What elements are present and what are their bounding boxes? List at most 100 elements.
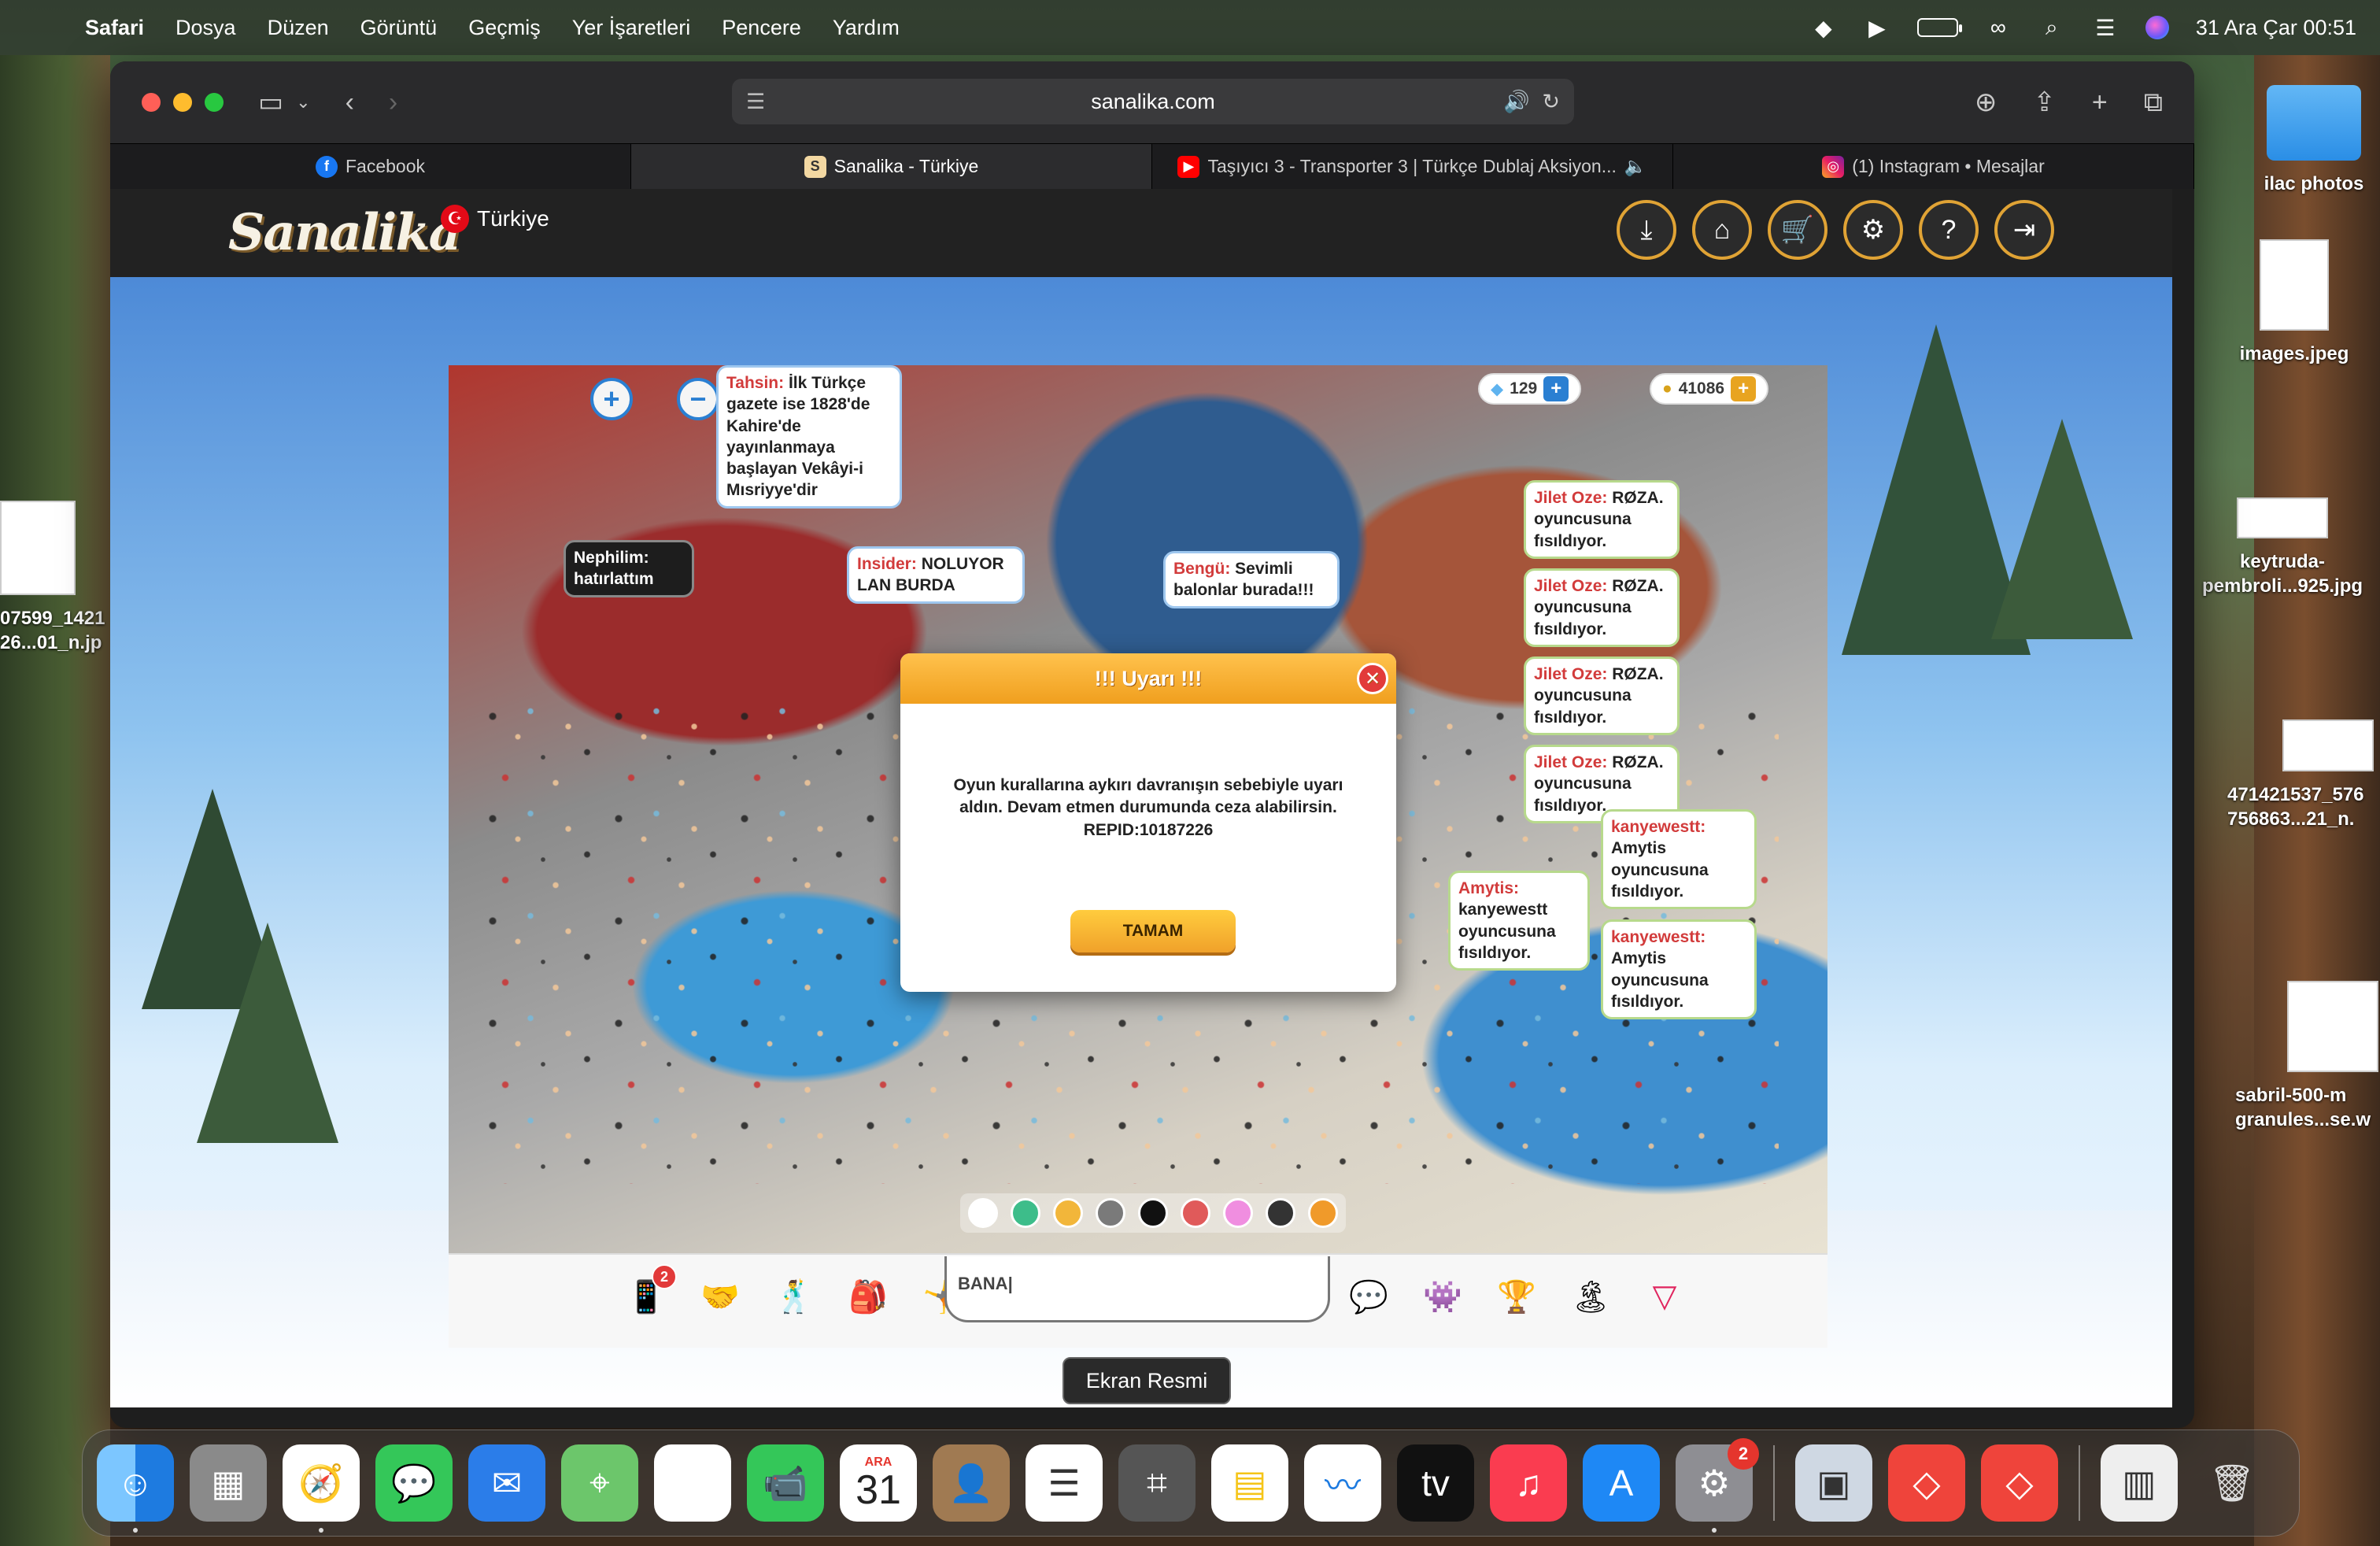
safari-icon[interactable]: 🧭 <box>283 1444 360 1533</box>
notes-icon[interactable]: ▤ <box>1211 1444 1288 1522</box>
calendar-icon[interactable]: ARA 31 <box>840 1444 917 1522</box>
menu-gecmis[interactable]: Geçmiş <box>468 16 541 40</box>
site-logo[interactable]: Sanalika <box>228 203 461 262</box>
desktop-icon-471421537[interactable]: 471421537_576 756863...21_n. <box>2227 719 2380 831</box>
mail-icon[interactable]: ✉ <box>468 1444 545 1522</box>
maps-icon[interactable]: ⌖ <box>561 1444 638 1522</box>
color-swatch[interactable] <box>1308 1198 1338 1228</box>
play-icon[interactable]: ▶ <box>1864 16 1890 40</box>
control-center-icon[interactable]: ☰ <box>2092 16 2119 40</box>
minimize-window-button[interactable] <box>173 93 192 112</box>
trophy-icon[interactable]: 🏆 <box>1491 1270 1543 1322</box>
handshake-icon[interactable]: 🤝 <box>694 1270 746 1322</box>
document-icon[interactable]: ▥ <box>2101 1444 2178 1522</box>
zoom-in-icon[interactable]: + <box>590 378 633 420</box>
settings-icon[interactable]: ⚙ 2 <box>1676 1438 1759 1533</box>
audio-playing-icon[interactable]: 🔊 <box>1503 89 1530 114</box>
color-swatch[interactable] <box>968 1198 998 1228</box>
backpack-icon[interactable]: 🎒 <box>842 1270 894 1322</box>
share-icon[interactable]: ⇪ <box>2033 87 2056 118</box>
zoom-out-icon[interactable]: − <box>677 378 719 420</box>
contacts-icon[interactable]: 👤 <box>933 1444 1010 1522</box>
home-icon[interactable]: ⌂ <box>1692 200 1752 260</box>
search-icon[interactable]: ⌕ <box>2038 15 2065 39</box>
tab-instagram[interactable]: ◎ (1) Instagram • Mesajlar <box>1673 144 2194 189</box>
siri-icon[interactable] <box>2145 16 2169 39</box>
desktop-icon-images[interactable]: images.jpeg <box>2227 239 2361 366</box>
messages-icon[interactable]: 💬 <box>375 1444 453 1522</box>
facetime-icon[interactable]: 📹 <box>747 1444 824 1522</box>
color-swatch[interactable] <box>1053 1198 1083 1228</box>
close-window-button[interactable] <box>142 93 161 112</box>
appstore-icon[interactable]: A <box>1583 1444 1660 1522</box>
phone-icon[interactable]: 📱 2 <box>620 1264 677 1322</box>
music-icon[interactable]: ♫ <box>1490 1444 1567 1522</box>
battery-icon[interactable] <box>1916 18 1962 37</box>
ok-button[interactable]: TAMAM <box>1070 910 1236 952</box>
screenshot-icon[interactable]: ⌗ <box>1118 1444 1196 1522</box>
menu-dosya[interactable]: Dosya <box>176 16 236 40</box>
settings-badge: 2 <box>1728 1438 1759 1470</box>
tab-youtube[interactable]: ▶ Taşıyıcı 3 - Transporter 3 | Türkçe Du… <box>1152 144 1673 189</box>
vip-triangle-icon[interactable]: ▽ <box>1639 1270 1691 1322</box>
pet-icon[interactable]: 👾 <box>1417 1270 1469 1322</box>
desktop-icon-07599[interactable]: 07599_1421 26...01_n.jp <box>0 501 110 655</box>
dance-icon[interactable]: 🕺 <box>768 1270 820 1322</box>
chevron-down-icon[interactable]: ⌄ <box>296 92 310 113</box>
finder-icon[interactable]: ☺ <box>97 1444 174 1533</box>
forward-icon[interactable]: › <box>389 87 397 118</box>
menu-pencere[interactable]: Pencere <box>722 16 801 40</box>
sidebar-toggle-icon[interactable]: ▭ <box>258 87 283 118</box>
trash-icon[interactable]: 🗑 <box>2193 1444 2271 1522</box>
menu-clock[interactable]: 31 Ara Çar 00:51 <box>2196 16 2356 40</box>
logout-icon[interactable]: ⇥ <box>1994 200 2054 260</box>
tab-facebook[interactable]: f Facebook <box>110 144 631 189</box>
menu-app-name[interactable]: Safari <box>85 16 144 40</box>
preview-icon[interactable]: ▣ <box>1795 1444 1872 1522</box>
close-icon[interactable]: ✕ <box>1357 663 1388 694</box>
desktop-icon-folder[interactable]: ilac photos <box>2251 85 2377 196</box>
link-icon[interactable]: ∞ <box>1985 15 2012 39</box>
menu-goruntu[interactable]: Görüntü <box>360 16 438 40</box>
tab-overview-icon[interactable]: ⧉ <box>2144 87 2163 118</box>
photos-icon[interactable]: ✿ <box>654 1444 731 1522</box>
desktop-icon-keytruda[interactable]: keytruda-pembroli...925.jpg <box>2196 497 2369 598</box>
country-selector[interactable]: ☪ Türkiye <box>441 205 549 233</box>
cart-icon[interactable]: 🛒 <box>1768 200 1828 260</box>
menu-yer-isaretleri[interactable]: Yer İşaretleri <box>572 16 691 40</box>
status-diamond-icon[interactable]: ◆ <box>1810 16 1837 40</box>
game-frame[interactable]: + − ◆ 129 + ● 41086 + Tahsin: İlk Türkçe… <box>449 365 1828 1348</box>
download-icon[interactable]: ⤓ <box>1617 200 1676 260</box>
color-swatch[interactable] <box>1223 1198 1253 1228</box>
zoom-window-button[interactable] <box>205 93 224 112</box>
page-menu-icon[interactable]: ☰ <box>746 90 765 114</box>
add-diamond-button[interactable]: + <box>1543 376 1569 401</box>
chat-bubbles-icon[interactable]: 💬 <box>1343 1270 1395 1322</box>
color-swatch[interactable] <box>1096 1198 1125 1228</box>
color-swatch[interactable] <box>1011 1198 1040 1228</box>
anydesk-icon[interactable]: ◇ <box>1981 1444 2058 1522</box>
address-bar[interactable]: ☰ sanalika.com 🔊 ↻ <box>732 79 1574 124</box>
downloads-icon[interactable]: ⊕ <box>1975 87 1998 118</box>
reload-icon[interactable]: ↻ <box>1542 90 1560 114</box>
color-swatch[interactable] <box>1266 1198 1295 1228</box>
anydesk-icon[interactable]: ◇ <box>1888 1444 1965 1522</box>
menu-duzen[interactable]: Düzen <box>268 16 329 40</box>
menu-yardim[interactable]: Yardım <box>833 16 900 40</box>
color-swatch[interactable] <box>1138 1198 1168 1228</box>
reminders-icon[interactable]: ☰ <box>1026 1444 1103 1522</box>
island-icon[interactable]: 🏝 <box>1565 1270 1617 1322</box>
chat-input[interactable]: BANA| <box>944 1256 1330 1322</box>
desktop-icon-sabril[interactable]: sabril-500-m granules...se.w <box>2235 981 2380 1132</box>
add-coin-button[interactable]: + <box>1731 376 1757 401</box>
settings-icon[interactable]: ⚙ <box>1843 200 1903 260</box>
help-icon[interactable]: ? <box>1919 200 1979 260</box>
tab-audio-icon[interactable]: 🔈 <box>1624 156 1647 177</box>
color-swatch[interactable] <box>1181 1198 1210 1228</box>
back-icon[interactable]: ‹ <box>346 87 354 118</box>
launchpad-icon[interactable]: ▦ <box>190 1444 267 1522</box>
appletv-icon[interactable]: tv <box>1397 1444 1474 1522</box>
tab-sanalika[interactable]: S Sanalika - Türkiye <box>631 144 1152 189</box>
new-tab-icon[interactable]: + <box>2092 87 2108 118</box>
freeform-icon[interactable]: 〰 <box>1304 1444 1381 1522</box>
